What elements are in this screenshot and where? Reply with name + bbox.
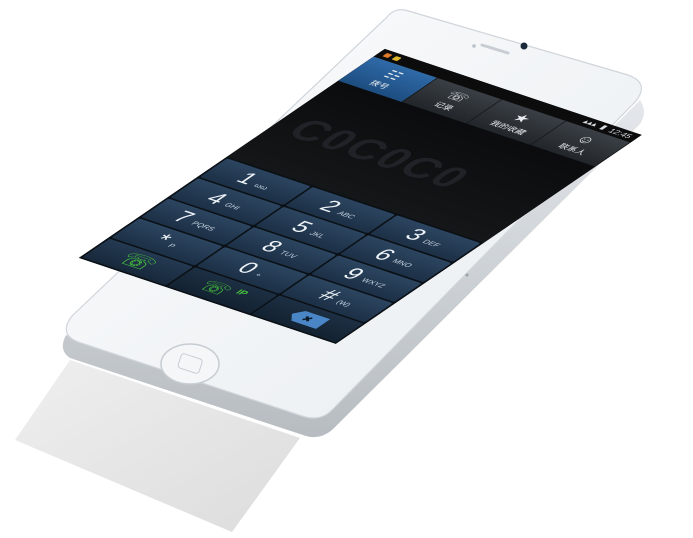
key-letters: MNO: [389, 258, 415, 269]
key-letters: ABC: [335, 209, 358, 220]
key-letters: (W): [334, 298, 354, 308]
notification-icon: [382, 52, 393, 59]
key-letters: GHI: [221, 201, 243, 212]
key-letters: +: [252, 271, 265, 279]
key-letters: TUV: [276, 249, 299, 260]
key-letters: DEF: [420, 238, 443, 249]
front-camera-icon: [520, 42, 528, 50]
key-letters: P: [165, 242, 178, 250]
key-letters: ωω: [252, 182, 271, 191]
home-button[interactable]: [160, 343, 220, 385]
ip-label: IP: [232, 288, 251, 298]
phone-scene: ▴▴▴ ▮ 12:45 ☷ 拨号 ☏ 记录 ★ 我的收藏 ☺ 联系人 C0C0C…: [0, 0, 693, 538]
backspace-icon: ✖: [285, 309, 331, 329]
key-letters: JKL: [307, 230, 328, 240]
phone-call-icon: ☏: [193, 276, 239, 299]
notification-icon-2: [391, 56, 402, 62]
key-letters: PQRS: [188, 220, 217, 233]
key-letters: WXYZ: [358, 277, 388, 290]
